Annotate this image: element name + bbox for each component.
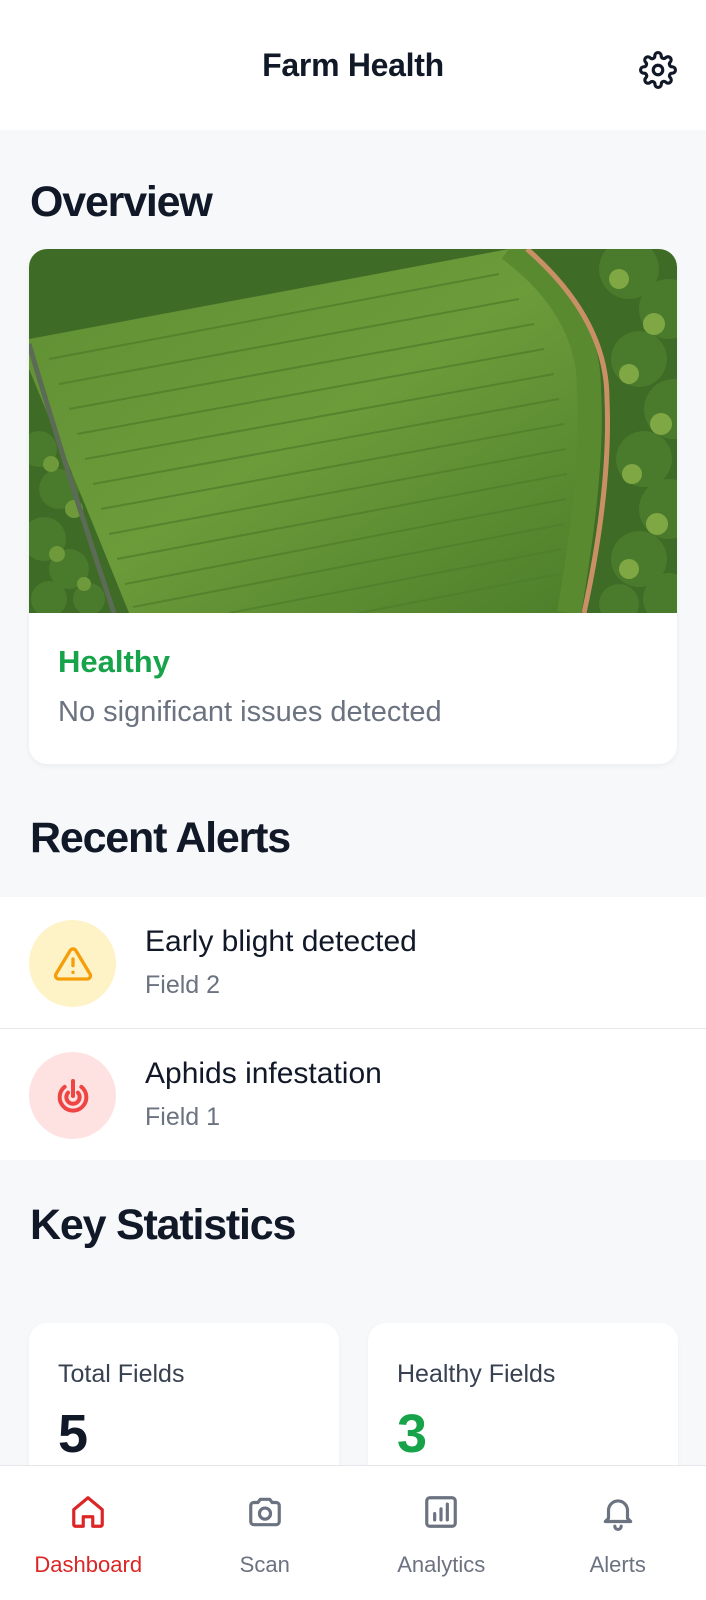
alert-title: Aphids infestation	[145, 1057, 382, 1090]
health-status: Healthy	[58, 644, 170, 679]
overview-card[interactable]: Healthy No significant issues detected	[29, 249, 677, 764]
analytics-icon	[419, 1490, 463, 1534]
bell-icon	[596, 1490, 640, 1534]
health-description: No significant issues detected	[58, 696, 442, 728]
alert-item[interactable]: Aphids infestation Field 1	[0, 1029, 706, 1160]
bottom-nav: Dashboard Scan Analytics Alerts	[0, 1465, 706, 1600]
nav-label: Analytics	[397, 1552, 486, 1577]
alert-title: Early blight detected	[145, 925, 417, 958]
stat-label: Healthy Fields	[397, 1360, 556, 1388]
aerial-field-photo	[29, 249, 677, 613]
gear-icon	[639, 51, 677, 89]
overview-title: Overview	[30, 178, 213, 226]
app-header: Farm Health	[0, 0, 706, 130]
recent-alerts-title: Recent Alerts	[30, 814, 291, 862]
nav-item-scan[interactable]: Scan	[177, 1466, 354, 1600]
alert-icon-container	[29, 1052, 116, 1139]
alert-icon-container	[29, 920, 116, 1007]
nav-item-analytics[interactable]: Analytics	[353, 1466, 530, 1600]
camera-icon	[243, 1490, 287, 1534]
home-icon	[66, 1490, 110, 1534]
stat-label: Total Fields	[58, 1360, 185, 1388]
warning-triangle-icon	[53, 946, 92, 981]
nav-item-alerts[interactable]: Alerts	[530, 1466, 706, 1600]
nav-label: Dashboard	[34, 1552, 143, 1577]
page-title: Farm Health	[262, 46, 444, 83]
alert-item[interactable]: Early blight detected Field 2	[0, 897, 706, 1029]
settings-button[interactable]	[638, 50, 678, 90]
stat-value: 5	[58, 1404, 89, 1464]
key-statistics-title: Key Statistics	[30, 1201, 296, 1249]
pest-target-icon	[57, 1078, 88, 1113]
alert-field: Field 1	[145, 1103, 221, 1131]
alert-field: Field 2	[145, 971, 221, 999]
nav-label: Alerts	[589, 1552, 646, 1577]
nav-item-dashboard[interactable]: Dashboard	[0, 1466, 177, 1600]
alerts-list: Early blight detected Field 2 Aphids inf…	[0, 897, 706, 1160]
stat-value: 3	[397, 1404, 428, 1464]
nav-label: Scan	[239, 1552, 290, 1577]
